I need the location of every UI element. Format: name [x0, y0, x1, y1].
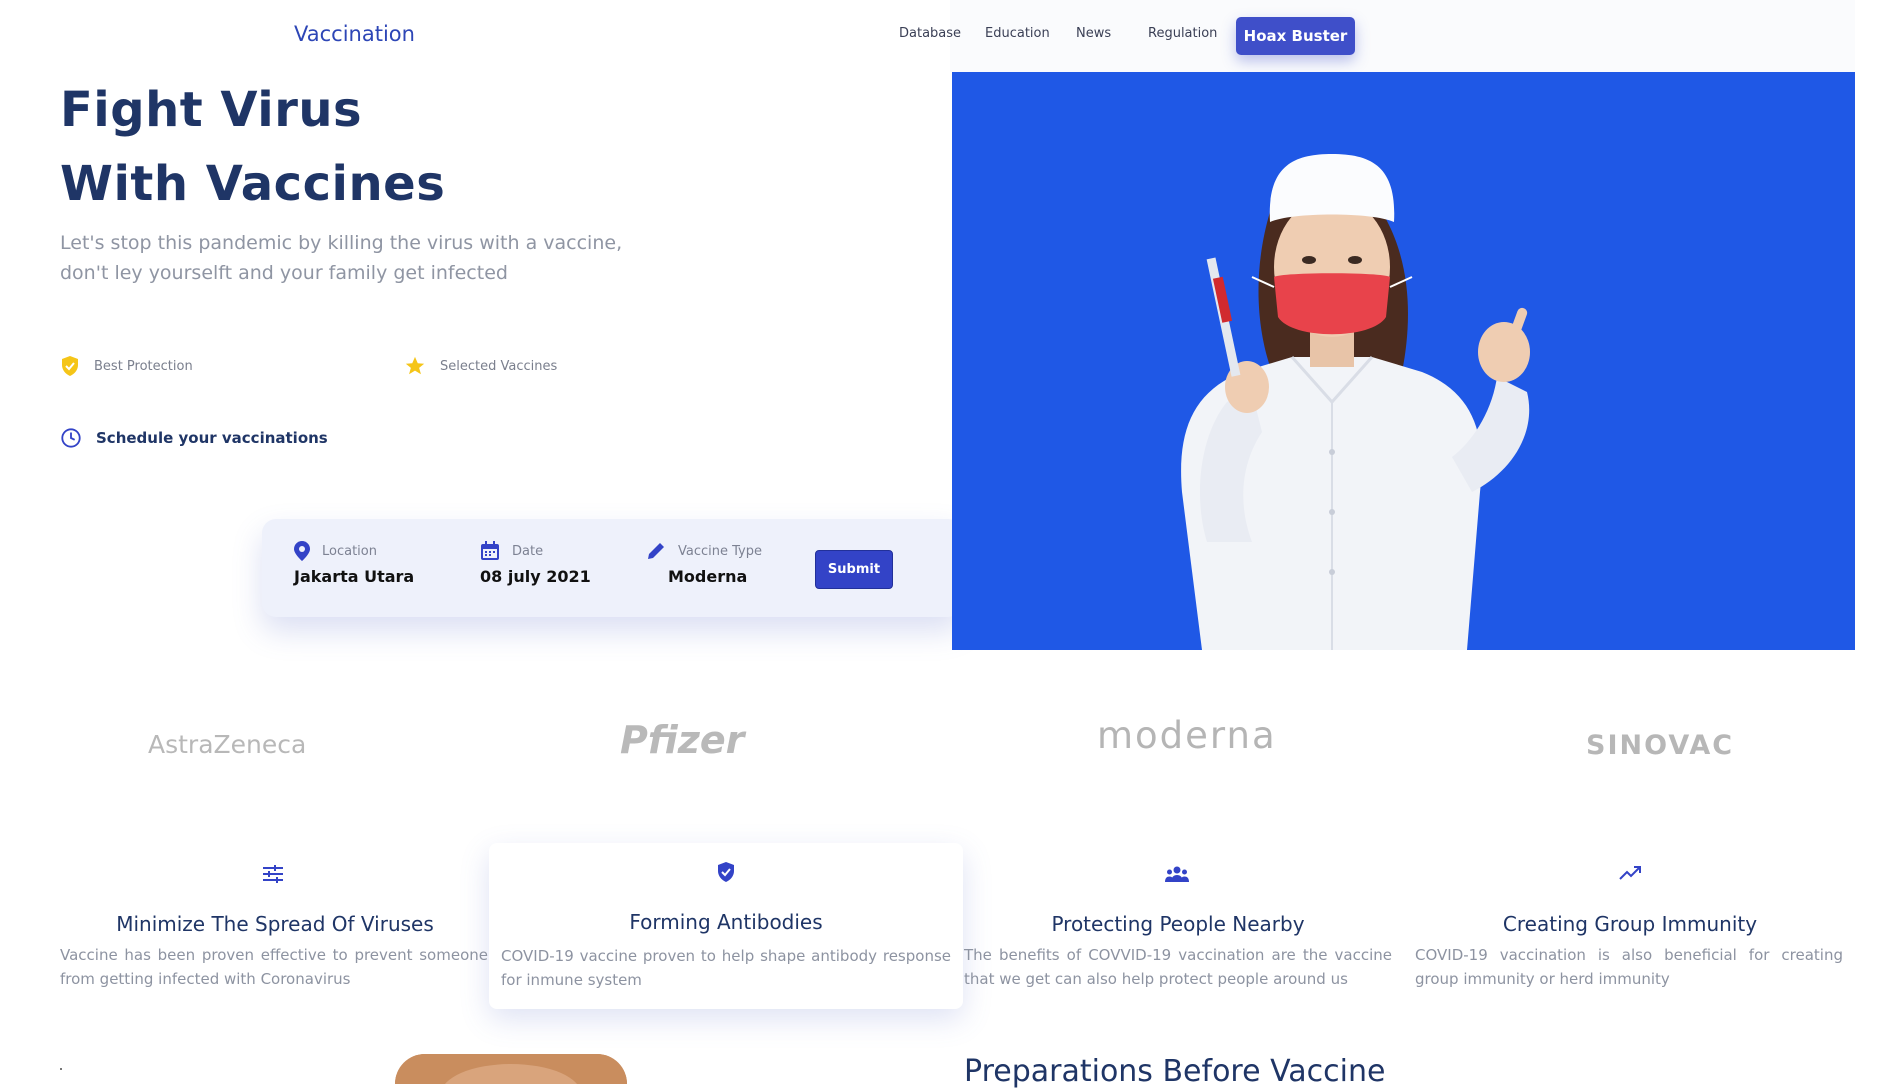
location-value: Jakarta Utara — [294, 567, 415, 586]
date-label: Date — [512, 543, 544, 559]
date-field[interactable]: Date 08 july 2021 — [480, 541, 591, 586]
sliders-icon — [263, 865, 283, 883]
group-people-icon — [1165, 866, 1189, 882]
nav-database[interactable]: Database — [899, 26, 961, 41]
shield-icon — [716, 861, 736, 883]
benefit-title: Forming Antibodies — [629, 910, 823, 934]
feature-label: Selected Vaccines — [440, 358, 558, 374]
logo-moderna: moderna — [1097, 714, 1277, 757]
vaccine-type-field[interactable]: Vaccine Type Moderna — [646, 541, 762, 586]
feature-best-protection: Best Protection — [60, 355, 193, 377]
shield-check-icon — [60, 355, 80, 377]
bullet-dot — [60, 1068, 62, 1070]
hero-subtitle: Let's stop this pandemic by killing the … — [60, 232, 623, 284]
star-icon — [404, 355, 426, 377]
booking-form: Location Jakarta Utara Date 08 july 2021… — [262, 519, 962, 617]
location-label: Location — [322, 543, 377, 559]
doctor-photo — [395, 1054, 627, 1084]
logo-pfizer: Pfizer — [620, 718, 745, 762]
feature-selected-vaccines: Selected Vaccines — [404, 355, 557, 377]
vaccine-type-label: Vaccine Type — [678, 543, 762, 559]
benefit-desc: COVID-19 vaccine proven to help shape an… — [501, 947, 951, 989]
benefit-title: Protecting People Nearby — [1051, 912, 1305, 936]
brand-logo[interactable]: Vaccination — [294, 22, 415, 46]
nav-education[interactable]: Education — [985, 26, 1050, 41]
logo-astrazeneca: AstraZeneca — [148, 730, 307, 759]
benefit-title: Creating Group Immunity — [1502, 912, 1758, 936]
submit-button[interactable]: Submit — [815, 550, 893, 589]
section-heading: Preparations Before Vaccine — [964, 1054, 1386, 1089]
nav-regulation[interactable]: Regulation — [1148, 26, 1217, 41]
location-field[interactable]: Location Jakarta Utara — [294, 541, 414, 586]
pencil-icon — [646, 541, 666, 561]
benefit-desc: COVID-19 vaccination is also beneficial … — [1415, 946, 1843, 988]
feature-label: Best Protection — [94, 358, 193, 374]
hero-title-line2: With Vaccines — [60, 156, 446, 212]
hero-image-nurse — [952, 72, 1855, 650]
date-value: 08 july 2021 — [480, 567, 591, 586]
benefit-desc: Vaccine has been proven effective to pre… — [60, 946, 488, 988]
hoax-buster-button[interactable]: Hoax Buster — [1236, 17, 1355, 55]
schedule-label: Schedule your vaccinations — [96, 429, 328, 447]
benefit-desc: The benefits of COVVID-19 vaccination ar… — [964, 946, 1392, 988]
calendar-icon — [480, 541, 500, 561]
nav-news[interactable]: News — [1076, 26, 1111, 41]
hero-title-line1: Fight Virus — [60, 82, 363, 138]
clock-icon — [60, 427, 82, 449]
schedule-link[interactable]: Schedule your vaccinations — [60, 427, 328, 449]
trending-up-icon — [1619, 866, 1641, 880]
logo-sinovac: SINOVAC — [1586, 730, 1735, 761]
benefit-title: Minimize The Spread Of Viruses — [116, 912, 434, 936]
location-pin-icon — [294, 541, 310, 561]
vaccine-type-value: Moderna — [668, 567, 748, 586]
